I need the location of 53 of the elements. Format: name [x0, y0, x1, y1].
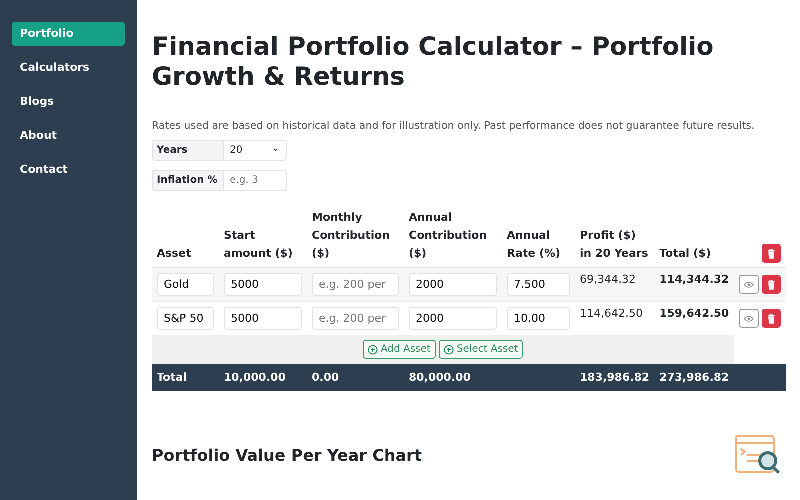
nav-item[interactable]: Calculators [12, 56, 125, 80]
view-button[interactable] [739, 275, 760, 294]
plus-circle-icon [444, 344, 454, 354]
add-button[interactable]: Add Asset [362, 340, 436, 359]
browser-search-icon [735, 435, 783, 475]
column-header: Annual Rate (%) [507, 229, 561, 260]
monthly-field[interactable]: e.g. 200 per [312, 307, 399, 330]
years-select[interactable]: 20 ⌄ [224, 140, 287, 161]
inflation-field[interactable]: e.g. 3 [224, 170, 287, 191]
total-cell: 273,986.82 [660, 371, 730, 384]
total-value: 114,344.32 [660, 273, 730, 286]
eye-icon [744, 316, 754, 322]
delete-button[interactable] [762, 244, 782, 263]
column-header: Profit ($) in 20 Years [580, 229, 648, 260]
trash-icon [767, 248, 776, 258]
annual-field[interactable]: 2000 [409, 273, 497, 296]
column-header: Start amount ($) [224, 229, 293, 260]
column-header: Asset [157, 247, 192, 260]
trash-icon [767, 314, 776, 324]
start-amount-field[interactable]: 5000 [224, 307, 302, 330]
delete-button[interactable] [762, 309, 782, 328]
asset-field[interactable]: Gold [157, 273, 214, 296]
total-cell: 183,986.82 [580, 371, 650, 384]
chart-heading: Portfolio Value Per Year Chart [152, 446, 422, 464]
add-button[interactable]: Select Asset [438, 340, 524, 359]
column-header: Monthly Contribution ($) [312, 211, 390, 260]
page-title: Financial Portfolio Calculator – Portfolio Growth & Returns [152, 32, 715, 92]
total-cell: Total [157, 371, 188, 384]
annual-field[interactable]: 2000 [409, 307, 497, 330]
plus-circle-icon [368, 344, 378, 354]
rate-field[interactable]: 10.00 [507, 307, 570, 330]
column-header: Total ($) [660, 247, 712, 260]
profit-value: 114,642.50 [580, 307, 643, 320]
asset-field[interactable]: S&P 50 [157, 307, 214, 330]
trash-icon [767, 280, 776, 290]
total-cell: 0.00 [312, 371, 340, 384]
eye-icon [744, 282, 754, 288]
field-label: Years [152, 140, 224, 161]
total-cell: 80,000.00 [409, 371, 471, 384]
field-label: Inflation % [152, 170, 224, 191]
total-cell: 10,000.00 [224, 371, 286, 384]
total-value: 159,642.50 [660, 307, 730, 320]
nav-item[interactable]: Blogs [12, 90, 125, 114]
view-button[interactable] [739, 309, 760, 328]
start-amount-field[interactable]: 5000 [224, 273, 302, 296]
column-header: Annual Contribution ($) [409, 211, 488, 260]
delete-button[interactable] [762, 275, 782, 294]
nav-item[interactable]: About [12, 124, 125, 148]
rate-field[interactable]: 7.500 [507, 273, 570, 296]
disclaimer-text: Rates used are based on historical data and for illustration only. Past performance does not guarantee future results. [152, 120, 756, 132]
monthly-field[interactable]: e.g. 200 per [312, 273, 399, 296]
nav-item[interactable]: Contact [12, 158, 125, 182]
profit-value: 69,344.32 [580, 273, 636, 286]
